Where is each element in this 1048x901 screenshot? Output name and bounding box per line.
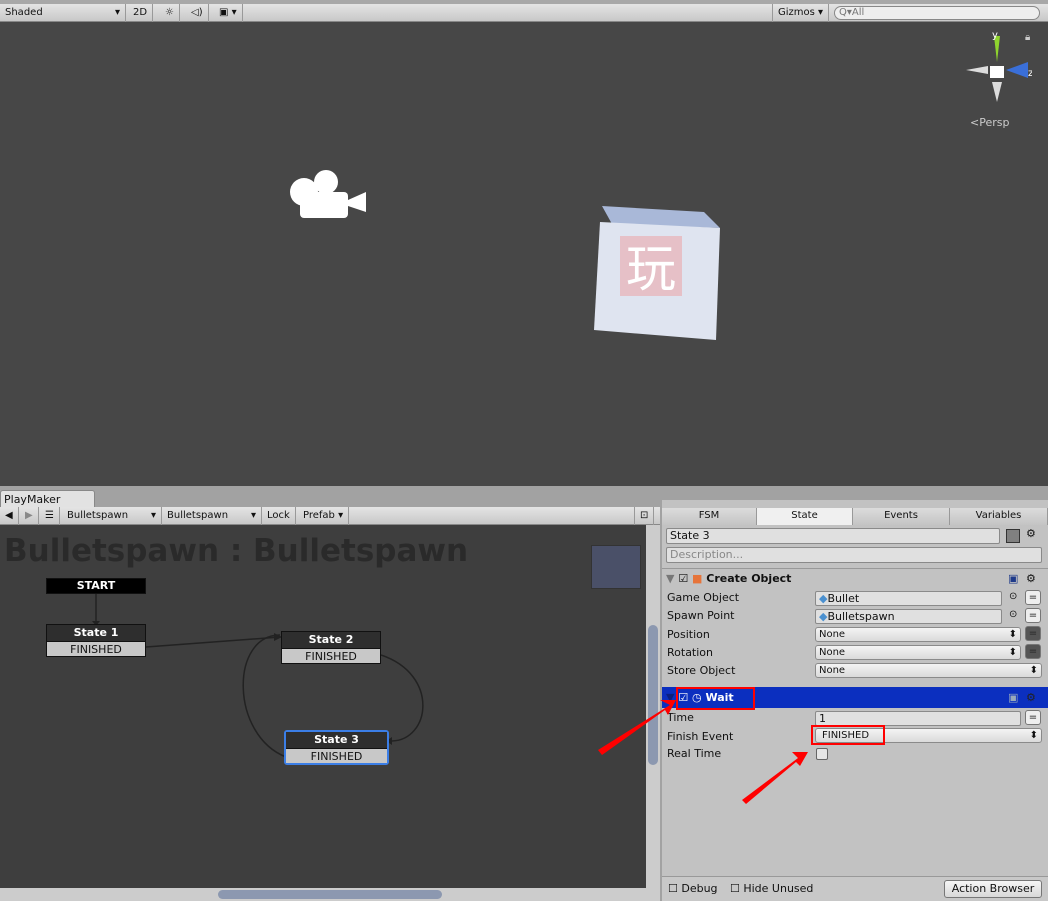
gizmos-label: Gizmos (778, 7, 815, 18)
state-settings-icon[interactable]: ⚙ (1026, 527, 1036, 540)
start-node[interactable]: START (46, 578, 146, 594)
store-object-label: Store Object (667, 664, 736, 677)
game-object-value: Bullet (827, 592, 860, 605)
persp-label: Persp (979, 116, 1010, 129)
lock-icon[interactable]: 🔒︎ (1025, 32, 1030, 43)
playmaker-toolbar: ◀ ▶ ☰ Bulletspawn ▾ Bulletspawn ▾ Lock Pre… (0, 507, 660, 525)
effects-icon[interactable]: ▣ ▾ (214, 4, 243, 22)
gizmos-dropdown[interactable]: Gizmos ▾ (772, 4, 830, 22)
object-picker-icon[interactable]: ⊙ (1009, 609, 1017, 620)
store-object-dropdown[interactable]: None ⬍ (815, 663, 1042, 678)
position-dropdown[interactable]: None ⬍ (815, 627, 1021, 642)
back-button[interactable]: ◀ (0, 507, 19, 525)
projection-toggle[interactable]: <Persp (970, 116, 1009, 129)
state-2-node[interactable]: State 2 FINISHED (281, 631, 381, 664)
cube-icon: ■ (692, 572, 703, 585)
orientation-gizmo[interactable]: yz (962, 32, 1032, 107)
scene-toolbar: Shaded ▾ 2D ☼ ◁) ▣ ▾ Gizmos ▾ Q▾All (0, 0, 1048, 22)
variable-toggle-button[interactable]: = (1025, 644, 1041, 659)
debug-label: Debug (681, 882, 718, 895)
variable-toggle-button[interactable]: = (1025, 608, 1041, 623)
gameobject-label: Bulletspawn (67, 510, 129, 521)
fsm-dropdown[interactable]: Bulletspawn ▾ (162, 507, 262, 525)
minimap-toggle[interactable]: ⊡ (634, 507, 655, 525)
tab-state[interactable]: State (757, 508, 853, 525)
action-settings-icon[interactable]: ⚙ (1026, 687, 1036, 708)
annotation-arrows (598, 700, 808, 804)
prefab-dropdown[interactable]: Prefab ▾ (298, 507, 350, 525)
state-3-title: State 3 (286, 732, 387, 748)
action-settings-icon[interactable]: ⚙ (1026, 569, 1036, 589)
inspector-footer: ☐ Debug ☐ Hide Unused Action Browser (662, 876, 1048, 901)
store-object-value: None (819, 665, 846, 676)
state-2-title: State 2 (282, 632, 380, 648)
game-object-field[interactable]: ◆Bullet (815, 591, 1002, 606)
state-1-title: State 1 (47, 625, 145, 641)
svg-text:玩: 玩 (626, 240, 676, 298)
help-icon[interactable]: ▣ (1008, 569, 1018, 589)
forward-button[interactable]: ▶ (20, 507, 39, 525)
playmaker-tab[interactable]: PlayMaker (0, 490, 95, 507)
state-3-finished-event[interactable]: FINISHED (286, 748, 387, 763)
time-input[interactable]: 1 (815, 711, 1021, 726)
rotation-dropdown[interactable]: None ⬍ (815, 645, 1021, 660)
variable-toggle-button[interactable]: = (1025, 590, 1041, 605)
menu-button[interactable]: ☰ (40, 507, 60, 525)
2d-toggle[interactable]: 2D (128, 4, 154, 22)
tab-fsm[interactable]: FSM (662, 508, 757, 525)
lock-button[interactable]: Lock (262, 507, 296, 525)
fsm-label: Bulletspawn (167, 510, 229, 521)
object-picker-icon[interactable]: ⊙ (1009, 591, 1017, 602)
position-value: None (819, 629, 846, 640)
fsm-graph[interactable]: Bulletspawn : Bulletspawn START State 1F… (0, 525, 646, 888)
tab-variables[interactable]: Variables (950, 508, 1048, 525)
create-object-enabled-checkbox[interactable]: ☑ (678, 572, 688, 585)
audio-icon[interactable]: ◁) (186, 4, 209, 22)
variable-toggle-button[interactable]: = (1025, 710, 1041, 725)
prefab-label: Prefab (303, 510, 335, 521)
z-axis-label: z (1028, 68, 1032, 79)
state-name-input[interactable]: State 3 (666, 528, 1000, 544)
create-object-header[interactable]: ▼ ☑ ■ Create Object ▣ ⚙ (662, 568, 1048, 588)
position-label: Position (667, 628, 710, 641)
game-object-label: Game Object (667, 591, 740, 604)
state-color-swatch[interactable] (1006, 529, 1020, 543)
camera-icon (290, 170, 366, 218)
rotation-value: None (819, 647, 846, 658)
variable-toggle-button[interactable]: = (1025, 626, 1041, 641)
state-1-finished-event[interactable]: FINISHED (47, 641, 145, 656)
state-2-finished-event[interactable]: FINISHED (282, 648, 380, 663)
spawn-point-field[interactable]: ◆Bulletspawn (815, 609, 1002, 624)
tab-events[interactable]: Events (853, 508, 950, 525)
rotation-label: Rotation (667, 646, 714, 659)
cube-object: 玩 (594, 206, 720, 340)
debug-checkbox[interactable]: ☐ Debug (668, 882, 718, 895)
graph-horizontal-scrollbar[interactable] (0, 888, 660, 901)
description-input[interactable]: Description... (666, 547, 1042, 563)
y-axis-label: y (992, 32, 998, 41)
spawn-point-value: Bulletspawn (827, 610, 895, 623)
shading-label: Shaded (5, 7, 43, 18)
help-icon[interactable]: ▣ (1008, 687, 1018, 708)
highlight-box-finish (811, 725, 885, 745)
state-3-node[interactable]: State 3 FINISHED (284, 730, 389, 765)
shading-dropdown[interactable]: Shaded ▾ (0, 4, 126, 22)
lighting-icon[interactable]: ☼ (160, 4, 180, 22)
spawn-point-label: Spawn Point (667, 609, 735, 622)
gameobject-dropdown[interactable]: Bulletspawn ▾ (62, 507, 162, 525)
action-browser-button[interactable]: Action Browser (944, 880, 1042, 898)
scene-view[interactable]: 玩 yz 🔒︎ <Persp (0, 22, 1048, 486)
create-object-title: Create Object (706, 572, 792, 585)
search-placeholder: All (851, 7, 865, 18)
hide-unused-checkbox[interactable]: ☐ Hide Unused (730, 882, 813, 895)
state-1-node[interactable]: State 1 FINISHED (46, 624, 146, 657)
hide-unused-label: Hide Unused (743, 882, 814, 895)
scene-search-input[interactable]: Q▾All (834, 6, 1040, 20)
